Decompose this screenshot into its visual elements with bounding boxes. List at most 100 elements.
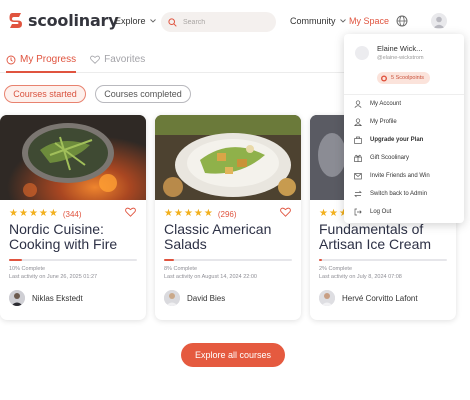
- scoolpoints-badge[interactable]: 5 Scoolpoints: [377, 72, 431, 84]
- filter-courses-completed[interactable]: Courses completed: [95, 85, 191, 103]
- user-avatar-icon: [433, 16, 445, 28]
- course-title[interactable]: Nordic Cuisine: Cooking with Fire: [9, 222, 144, 252]
- scoolpoints-label: 5 Scoolpoints: [391, 75, 425, 81]
- account-icon: [354, 100, 362, 108]
- course-card[interactable]: ★ ★ ★ ★ ★ (344) Nordic Cuisine: Cooking with…: [0, 115, 146, 320]
- globe-icon[interactable]: [396, 15, 408, 27]
- course-title[interactable]: Fundamentals of Artisan Ice Cream: [319, 222, 454, 252]
- star-icon: ★: [173, 208, 183, 219]
- menu-item-label: Switch back to Admin: [370, 191, 428, 197]
- author-avatar: [319, 290, 335, 306]
- gift-icon: [354, 154, 362, 162]
- course-card[interactable]: ★ ★ ★ ★ ★ (296) Classic American Salads 8% C…: [155, 115, 301, 320]
- profile-icon: [354, 118, 362, 126]
- menu-item-label: My Profile: [370, 119, 397, 125]
- last-activity-text: Last activity on August 14, 2024 22:00: [164, 274, 257, 280]
- complete-text: 8% Complete: [164, 266, 198, 272]
- progress-fill: [164, 259, 175, 261]
- last-activity-text: Last activity on June 26, 2025 01:27: [9, 274, 98, 280]
- menu-item-label: Invite Friends and Win: [370, 173, 430, 179]
- rating-stars: ★ ★ ★ ★ ★ (344): [9, 209, 82, 219]
- progress-fill: [9, 259, 22, 261]
- tab-my-progress-label: My Progress: [20, 54, 77, 65]
- logout-icon: [354, 208, 362, 216]
- logo-text: scoolinary: [28, 11, 119, 30]
- star-icon: ★: [319, 208, 328, 219]
- dropdown-avatar: [355, 46, 369, 60]
- menu-item-invite-friends[interactable]: Invite Friends and Win: [354, 172, 430, 180]
- star-icon: ★: [183, 208, 193, 219]
- search-icon: [168, 17, 177, 27]
- complete-text: 2% Complete: [319, 266, 353, 272]
- dropdown-divider: [344, 94, 464, 95]
- tab-my-progress[interactable]: My Progress: [6, 54, 76, 65]
- course-author[interactable]: Niklas Ekstedt: [9, 290, 83, 306]
- course-author[interactable]: Hervé Corvitto Lafont: [319, 290, 418, 306]
- author-avatar: [164, 290, 180, 306]
- dropdown-user-name: Elaine Wick...: [377, 44, 423, 53]
- filter-courses-started[interactable]: Courses started: [4, 85, 86, 103]
- menu-item-label: Log Out: [370, 209, 392, 215]
- menu-item-upgrade-plan[interactable]: Upgrade your Plan: [354, 136, 423, 144]
- menu-item-label: Gift Scoolinary: [370, 155, 410, 161]
- progress-icon: [6, 55, 16, 64]
- favorite-heart-icon[interactable]: [280, 207, 291, 217]
- explore-all-courses-button[interactable]: Explore all courses: [181, 343, 285, 367]
- star-icon: ★: [18, 208, 28, 219]
- menu-item-gift-scoolinary[interactable]: Gift Scoolinary: [354, 154, 409, 162]
- nav-explore[interactable]: Explore: [115, 16, 156, 26]
- author-name: Niklas Ekstedt: [32, 293, 83, 303]
- rating-stars: ★ ★ ★ ★ ★ (296): [164, 209, 237, 219]
- user-menu-dropdown: Elaine Wick... @elaine-wickstrom 5 Scool…: [344, 34, 464, 223]
- star-icon: ★: [38, 208, 48, 219]
- author-avatar: [9, 290, 25, 306]
- search-box[interactable]: [161, 12, 276, 32]
- favorite-heart-icon[interactable]: [125, 207, 136, 217]
- scoolinary-logo[interactable]: scoolinary: [9, 11, 119, 30]
- progress-bar: [9, 259, 137, 261]
- course-title[interactable]: Classic American Salads: [164, 222, 299, 252]
- menu-item-log-out[interactable]: Log Out: [354, 208, 391, 216]
- progress-bar: [319, 259, 447, 261]
- progress-bar: [164, 259, 292, 261]
- heart-icon: [90, 55, 100, 64]
- upgrade-icon: [354, 136, 362, 144]
- menu-item-switch-admin[interactable]: Switch back to Admin: [354, 190, 427, 198]
- author-name: Hervé Corvitto Lafont: [342, 293, 418, 303]
- star-icon: ★: [328, 208, 338, 219]
- dropdown-user-handle: @elaine-wickstrom: [377, 55, 424, 61]
- tab-favorites-label: Favorites: [104, 54, 146, 65]
- author-name: David Bies: [187, 293, 226, 303]
- course-image: [0, 115, 146, 200]
- tab-favorites[interactable]: Favorites: [90, 54, 145, 65]
- rating-count: (296): [217, 209, 237, 219]
- chevron-down-icon: [149, 19, 156, 23]
- nav-my-space[interactable]: My Space: [349, 16, 389, 26]
- star-icon: ★: [28, 208, 38, 219]
- progress-fill: [319, 259, 322, 261]
- last-activity-text: Last activity on July 8, 2024 07:08: [319, 274, 402, 280]
- rating-count: (344): [62, 209, 82, 219]
- invite-icon: [354, 173, 362, 180]
- menu-item-my-account[interactable]: My Account: [354, 100, 401, 108]
- nav-community[interactable]: Community: [290, 16, 346, 26]
- star-icon: ★: [9, 208, 18, 219]
- menu-item-label: Upgrade your Plan: [370, 137, 424, 143]
- progress-tabs: My Progress Favorites: [6, 54, 145, 65]
- nav-explore-label: Explore: [115, 16, 146, 26]
- star-icon: ★: [203, 208, 213, 219]
- chevron-down-icon: [339, 19, 346, 23]
- star-icon: ★: [193, 208, 203, 219]
- dropdown-user-info: Elaine Wick... @elaine-wickstrom: [355, 44, 424, 61]
- nav-community-label: Community: [290, 16, 336, 26]
- star-icon: ★: [164, 208, 173, 219]
- star-icon: ★: [48, 208, 58, 219]
- user-avatar-button[interactable]: [431, 13, 447, 29]
- menu-item-my-profile[interactable]: My Profile: [354, 118, 397, 126]
- medal-icon: [381, 75, 387, 82]
- complete-text: 10% Complete: [9, 266, 46, 272]
- search-input[interactable]: [183, 18, 263, 26]
- course-image: [155, 115, 301, 200]
- scoolinary-logo-icon: [9, 13, 22, 28]
- course-author[interactable]: David Bies: [164, 290, 225, 306]
